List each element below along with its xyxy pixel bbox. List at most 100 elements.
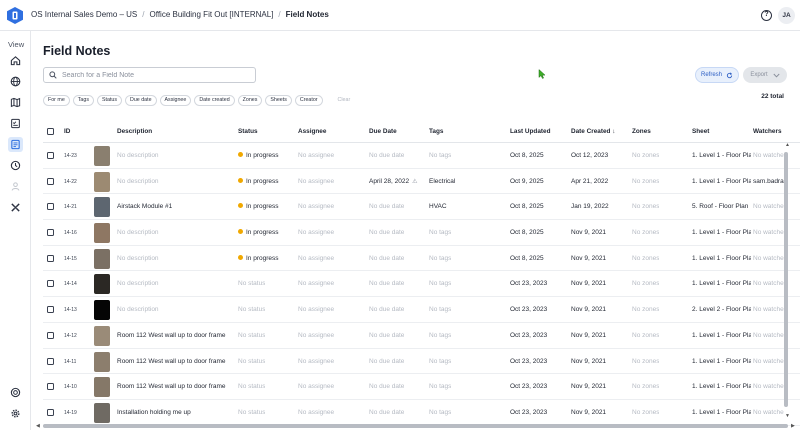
app-logo-icon[interactable] [7,7,23,24]
integrations-icon[interactable] [8,200,23,215]
table-row[interactable]: 14-13 No description No status No assignee N… [43,297,800,323]
col-date-created[interactable]: Date Created ↓ [571,128,615,135]
row-tags: No tags [429,357,452,365]
select-all-checkbox[interactable] [47,128,54,135]
users-icon [8,179,23,194]
table-row[interactable]: 14-19 Installation holding me up No status… [43,400,800,426]
col-tags[interactable]: Tags [429,128,443,135]
col-due-date[interactable]: Due Date [369,128,397,135]
map-icon[interactable] [8,95,23,110]
scroll-down-arrow-icon[interactable]: ▼ [785,413,790,419]
row-checkbox[interactable] [47,280,54,288]
row-thumbnail[interactable] [94,248,110,269]
row-id: 14-23 [64,153,77,159]
row-checkbox[interactable] [47,229,54,237]
filter-assignee[interactable]: Assignee [159,95,192,106]
filter-zones[interactable]: Zones [237,95,263,106]
row-assignee: No assignee [298,254,335,262]
row-date-created: Jan 19, 2022 [571,203,609,211]
row-checkbox[interactable] [47,383,54,391]
table-row[interactable]: 14-21 Airstack Module #1 In progress No ass… [43,194,800,221]
scroll-left-arrow-icon[interactable]: ◀ [36,423,40,429]
row-id: 14-16 [64,230,77,237]
clear-filters-button[interactable]: Clear [333,95,356,106]
row-checkbox[interactable] [47,306,54,314]
breadcrumb-org[interactable]: OS Internal Sales Demo – US [31,10,137,19]
row-thumbnail[interactable] [94,325,110,346]
row-thumbnail[interactable] [94,377,110,398]
row-last-updated: Oct 23, 2023 [510,280,548,288]
row-thumbnail[interactable] [94,274,110,295]
breadcrumb-project[interactable]: Office Building Fit Out [INTERNAL] [150,10,274,19]
home-icon[interactable] [8,53,23,68]
table-row[interactable]: 14-22 No description In progress No assigne… [43,169,800,195]
row-checkbox[interactable] [47,408,54,416]
table-row[interactable]: 14-12 Room 112 West wall up to door frame… [43,323,800,349]
table-row[interactable]: 14-14 No description No status No assignee N… [43,271,800,298]
table-row[interactable]: 14-10 Room 112 West wall up to door frame… [43,374,800,400]
row-assignee: No assignee [298,229,335,237]
field-notes-icon[interactable] [8,137,23,152]
col-watchers[interactable]: Watchers [753,128,782,135]
row-date-created: Nov 9, 2021 [571,357,607,365]
filter-tags[interactable]: Tags [72,95,94,106]
scroll-up-arrow-icon[interactable]: ▲ [785,142,790,148]
row-due-date-label: No due date [369,408,405,416]
row-checkbox[interactable] [47,152,54,159]
search-box[interactable] [43,67,256,83]
row-checkbox[interactable] [47,203,54,211]
horizontal-scrollbar[interactable] [43,424,788,428]
settings-icon[interactable] [8,406,23,421]
filter-for-me[interactable]: For me [43,95,70,106]
row-watchers: No watchers [753,203,784,211]
support-icon[interactable] [8,385,23,400]
filter-creator[interactable]: Creator [294,95,323,106]
row-due-date: No due date [369,358,404,365]
col-assignee[interactable]: Assignee [298,128,326,135]
filter-sheets[interactable]: Sheets [265,95,292,106]
checklist-icon[interactable] [8,116,23,131]
table-row[interactable]: 14-23 No description In progress No assigne… [43,143,800,169]
col-description[interactable]: Description [117,128,152,135]
row-thumbnail[interactable] [94,402,110,423]
filter-date-created[interactable]: Date created [194,95,235,106]
filter-due-date[interactable]: Due date [125,95,157,106]
row-tags: No tags [429,408,452,416]
row-thumbnail[interactable] [94,351,110,372]
avatar[interactable]: JA [778,7,795,24]
row-id: 14-10 [64,384,77,391]
col-status[interactable]: Status [238,128,258,135]
row-status-label: No status [238,357,266,365]
col-sheet[interactable]: Sheet [692,128,709,135]
table-row[interactable]: 14-11 Room 112 West wall up to door frame… [43,349,800,375]
refresh-button[interactable]: Refresh [695,67,739,83]
row-assignee: No assignee [298,177,335,185]
scroll-right-arrow-icon[interactable]: ▶ [791,423,795,429]
table-row[interactable]: 14-16 No description In progress No assigne… [43,220,800,246]
row-checkbox[interactable] [47,177,54,185]
row-last-updated: Oct 8, 2025 [510,229,544,237]
row-thumbnail[interactable] [94,223,110,244]
row-thumbnail[interactable] [94,146,110,166]
history-icon[interactable] [8,158,23,173]
help-icon[interactable]: ? [761,10,772,21]
row-checkbox[interactable] [47,331,54,339]
export-button[interactable]: Export [743,67,787,83]
row-watchers: No watchers [753,408,784,416]
row-checkbox[interactable] [47,254,54,262]
globe-icon[interactable] [8,74,23,89]
row-thumbnail[interactable] [94,171,110,192]
row-checkbox[interactable] [47,357,54,365]
row-thumbnail[interactable] [94,300,110,321]
row-zones: No zones [632,306,660,314]
vertical-scrollbar[interactable] [784,152,788,407]
row-assignee: No assignee [298,383,335,391]
col-zones[interactable]: Zones [632,128,651,135]
breadcrumb: OS Internal Sales Demo – US / Office Bui… [31,10,329,19]
search-input[interactable] [62,71,252,79]
filter-status[interactable]: Status [96,95,123,106]
table-row[interactable]: 14-15 No description In progress No assigne… [43,246,800,272]
col-id[interactable]: ID [64,128,70,135]
col-last-updated[interactable]: Last Updated [510,128,550,135]
row-thumbnail[interactable] [94,197,110,218]
